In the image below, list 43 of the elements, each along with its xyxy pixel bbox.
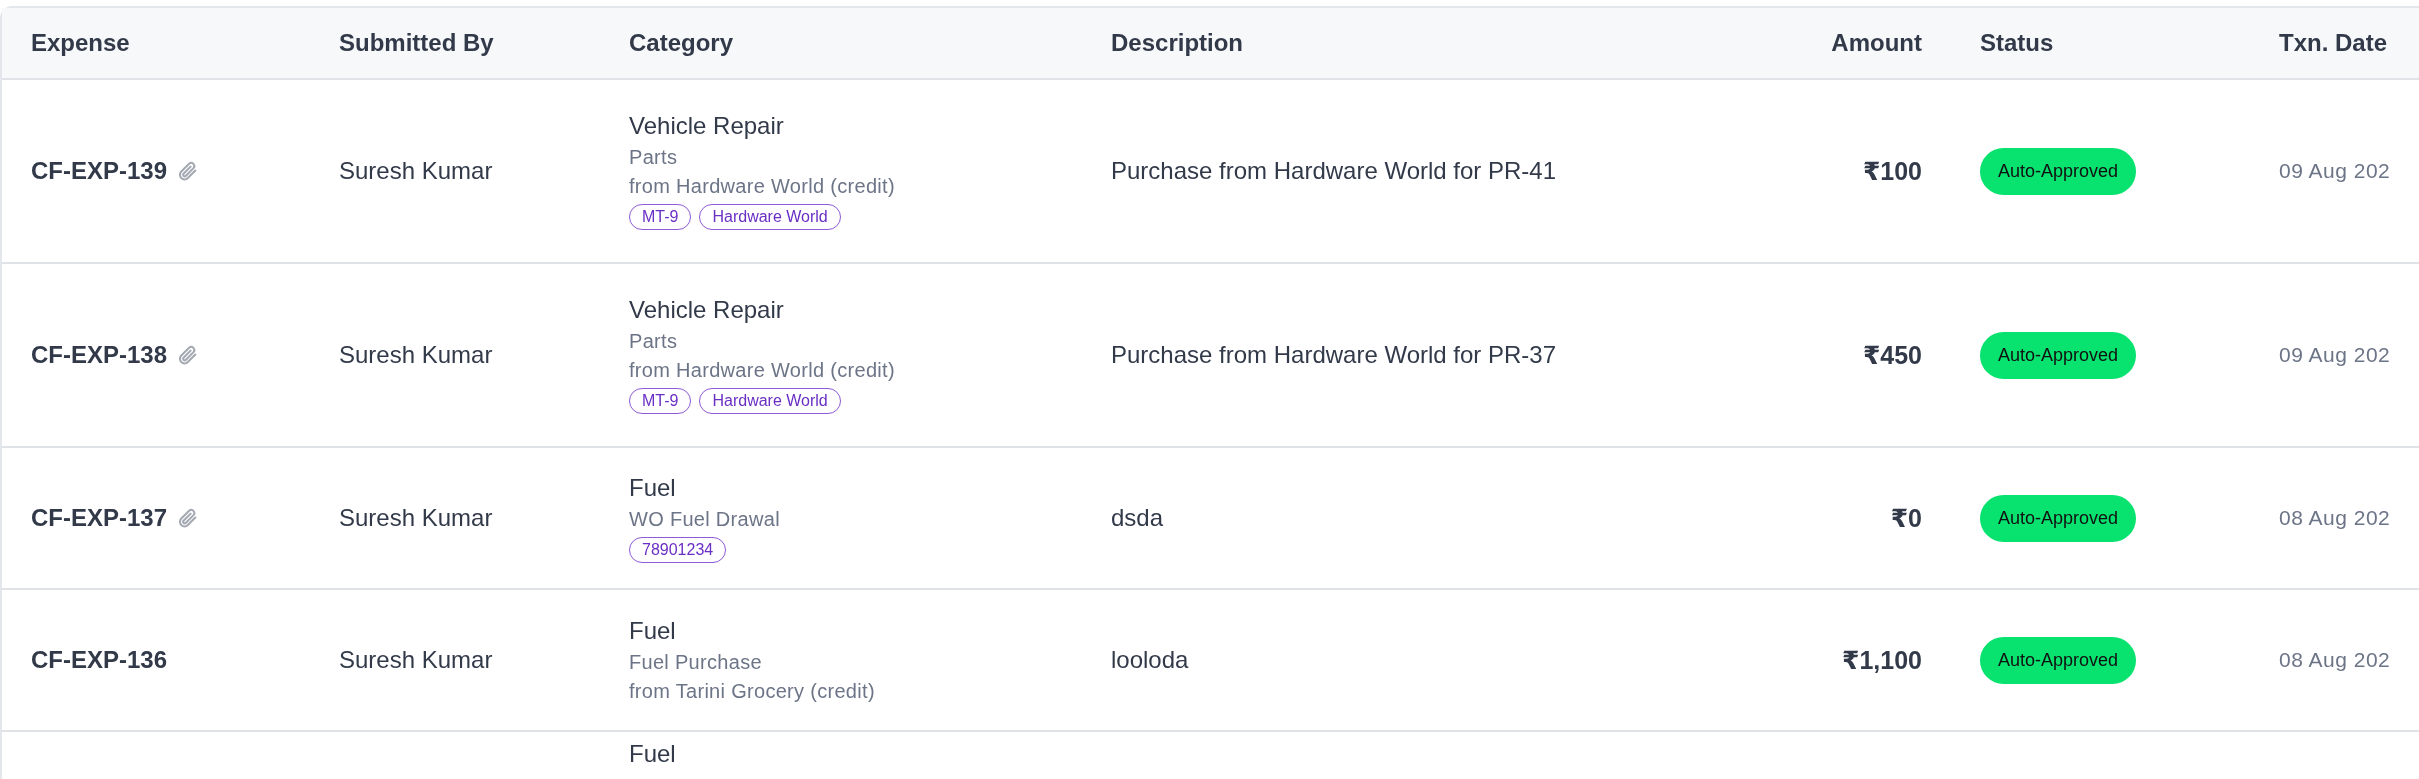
transaction-date: 08 Aug 202 [2279, 506, 2391, 530]
status-badge: Auto-Approved [1980, 147, 2137, 195]
category-detail: WO Fuel Drawal [629, 507, 780, 531]
column-header: Expense [31, 29, 130, 57]
description-text: Purchase from Hardware World for PR-41 [1111, 157, 1557, 185]
category-detail: from Tarini Grocery (credit) [629, 680, 875, 703]
transaction-date: 09 Aug 202 [2279, 159, 2391, 183]
status-badge: Auto-Approved [1980, 636, 2137, 684]
category-detail: from Hardware World (credit) [629, 175, 895, 198]
submitter-name: Suresh Kumar [339, 504, 493, 532]
column-header: Submitted By [339, 29, 494, 57]
amount-text: ₹100 [1862, 156, 1922, 186]
category-name: Fuel [629, 473, 676, 502]
submitter-name: Suresh Kumar [339, 157, 493, 185]
expense-id[interactable]: CF-EXP-137 [31, 504, 168, 532]
column-header: Txn. Date [2279, 29, 2388, 57]
status-badge: Auto-Approved [1980, 494, 2137, 542]
amount-text: ₹0 [1890, 503, 1922, 533]
transaction-date: 09 Aug 202 [2279, 343, 2391, 367]
category-detail: from Hardware World (credit) [629, 359, 895, 382]
expense-id[interactable]: CF-EXP-138 [31, 341, 168, 369]
category-detail: Parts [629, 330, 678, 353]
category-name: Vehicle Repair [629, 296, 784, 324]
amount-text: ₹450 [1862, 340, 1922, 370]
column-header: Status [1980, 29, 2054, 57]
category-detail: Fuel Purchase [629, 651, 762, 674]
description-text: looloda [1111, 646, 1189, 674]
column-header: Category [629, 29, 734, 57]
category-name: Fuel [629, 617, 676, 645]
category-name: Vehicle Repair [629, 112, 784, 140]
category-name: Fuel [629, 740, 676, 768]
description-text: Purchase from Hardware World for PR-37 [1111, 341, 1557, 369]
status-badge: Auto-Approved [1980, 331, 2137, 379]
column-header: Amount [1831, 29, 1922, 57]
submitter-name: Suresh Kumar [339, 341, 493, 369]
amount-text: ₹1,100 [1842, 645, 1922, 675]
column-header: Description [1111, 29, 1244, 57]
submitter-name: Suresh Kumar [339, 646, 493, 674]
category-detail: Parts [629, 146, 678, 169]
transaction-date: 08 Aug 202 [2279, 648, 2391, 672]
description-text: dsda [1111, 504, 1164, 532]
expense-id[interactable]: CF-EXP-139 [31, 157, 168, 185]
expense-id[interactable]: CF-EXP-136 [31, 646, 168, 674]
